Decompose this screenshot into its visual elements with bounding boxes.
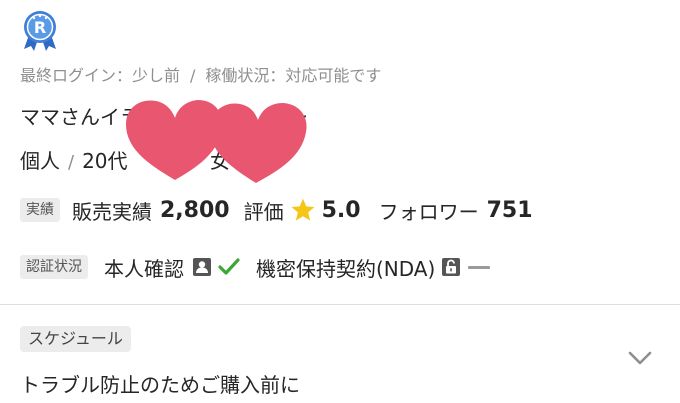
star-icon [291,198,315,221]
check-icon [218,258,240,275]
seller-name-tail: ー [288,105,308,129]
schedule-tag: スケジュール [20,326,131,352]
stats-row: 実績 販売実績 2,800 評価 5.0 フォロワー 751 [20,194,533,226]
seller-attributes: 個人 / 20代 女 [20,145,230,174]
nda-label: 機密保持契約(NDA) [256,256,436,281]
rating-label: 評価 [243,199,284,224]
followers-label: フォロワー [378,199,479,224]
sales-label: 販売実績 [72,199,152,224]
dash-icon [468,266,491,269]
last-login-text: 最終ログイン：少し前 [20,66,181,85]
svg-text:R: R [34,18,46,37]
chevron-down-icon[interactable] [626,348,654,368]
section-divider [0,304,680,305]
profile-page: R 最終ログイン：少し前 / 稼働状況：対応可能です ママさんイラス ー 個人 / 20代… [0,0,680,403]
work-status-text: 稼働状況：対応可能です [205,66,382,85]
seller-age: 20代 [82,149,128,173]
attribute-separator: / [68,152,75,173]
seller-gender: 女 [210,149,230,173]
id-card-icon [193,258,211,276]
verification-row: 認証状況 本人確認 機密保持契約(NDA) [20,251,491,283]
sales-value: 2,800 [160,197,230,223]
seller-name: ママさんイラス ー [20,101,308,130]
rating-value: 5.0 [321,197,361,223]
identity-verification-label: 本人確認 [104,256,184,281]
verification-tag: 認証状況 [20,255,88,279]
followers-value: 751 [486,197,533,223]
rank-r-badge-icon: R [24,11,56,51]
seller-name-text: ママさんイラス [20,105,160,129]
meta-separator: / [190,66,196,85]
login-status-line: 最終ログイン：少し前 / 稼働状況：対応可能です [20,62,381,86]
seller-type: 個人 [20,149,60,173]
stats-tag: 実績 [20,198,60,222]
schedule-title[interactable]: トラブル防止のためご購入前に [20,369,300,398]
lock-icon [442,258,461,276]
